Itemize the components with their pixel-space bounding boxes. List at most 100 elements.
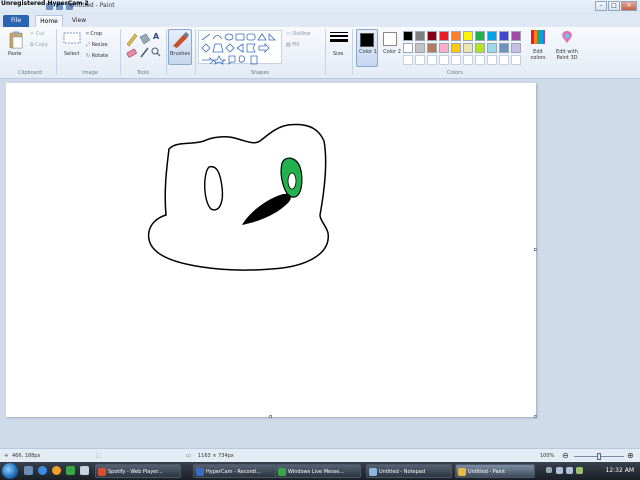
color-swatch[interactable] [511, 43, 521, 53]
color-swatch[interactable] [463, 31, 473, 41]
start-button[interactable] [2, 463, 18, 479]
outline-button[interactable]: ▭ Outline [286, 31, 310, 37]
select-icon [63, 32, 81, 44]
taskbar-item[interactable]: Windows Live Messe... [275, 464, 361, 478]
tray-arrow-icon[interactable] [546, 467, 552, 473]
zoom-slider-thumb[interactable] [597, 453, 601, 460]
network-icon[interactable] [556, 467, 563, 474]
paste-icon [9, 31, 23, 49]
media-player-icon[interactable] [52, 466, 61, 475]
color2-button[interactable] [380, 29, 402, 67]
brushes-button[interactable] [168, 29, 192, 65]
color-picker-icon[interactable] [140, 47, 149, 58]
color1-swatch [360, 33, 374, 47]
maximize-button[interactable]: □ [608, 1, 620, 11]
power-icon[interactable] [576, 467, 583, 474]
minimize-button[interactable]: – [595, 1, 607, 11]
color-swatch[interactable] [487, 31, 497, 41]
color-swatch[interactable] [415, 43, 425, 53]
size-label: Size [333, 51, 344, 57]
paint3d-icon [562, 31, 572, 43]
color-swatch[interactable] [415, 31, 425, 41]
black-beak-shape [242, 193, 291, 225]
size-button[interactable] [329, 30, 349, 66]
resize-handle-corner[interactable] [534, 415, 537, 418]
taskbar-item[interactable]: Untitled - Notepad [366, 464, 452, 478]
show-desktop-icon[interactable] [24, 466, 33, 475]
custom-color-slot[interactable] [439, 55, 449, 65]
pencil-icon[interactable] [126, 33, 138, 47]
app-icon [458, 468, 466, 476]
color1-button[interactable] [356, 29, 378, 67]
crop-button[interactable]: ⌗ Crop [86, 31, 102, 37]
volume-icon[interactable] [566, 467, 573, 474]
color-swatch[interactable] [475, 31, 485, 41]
fill-bucket-icon[interactable] [139, 33, 151, 45]
taskbar-item[interactable]: HyperCam - Recordi... [193, 464, 279, 478]
color-swatch[interactable] [439, 43, 449, 53]
shapes-gallery[interactable] [198, 30, 282, 65]
ribbon: Paste ✂ Cut ⧉ Copy Clipboard Select ⌗ Cr… [0, 27, 640, 79]
drawing-canvas[interactable] [6, 83, 537, 418]
line-size-icon [330, 32, 348, 42]
color-swatch[interactable] [403, 43, 413, 53]
color-swatch[interactable] [427, 31, 437, 41]
group-label-tools: Tools [136, 70, 150, 76]
color-swatch[interactable] [403, 31, 413, 41]
app-icon[interactable] [80, 466, 89, 475]
custom-color-slot[interactable] [415, 55, 425, 65]
color-swatch[interactable] [487, 43, 497, 53]
taskbar-item-label: Untitled - Paint [468, 469, 506, 475]
color-swatch[interactable] [439, 31, 449, 41]
copy-button[interactable]: ⧉ Copy [30, 42, 48, 48]
system-tray: 12:32 AM [544, 462, 640, 480]
color-swatch[interactable] [451, 43, 461, 53]
color-swatch[interactable] [499, 31, 509, 41]
color-swatch[interactable] [463, 43, 473, 53]
custom-color-slot[interactable] [451, 55, 461, 65]
group-label-colors: Colors [447, 70, 463, 76]
custom-color-slot[interactable] [499, 55, 509, 65]
custom-color-slot[interactable] [427, 55, 437, 65]
app-icon [369, 468, 377, 476]
edit-paint3d-label: Edit with Paint 3D [556, 49, 578, 61]
resize-handle-bottom[interactable] [269, 415, 272, 418]
magnifier-icon[interactable] [151, 47, 161, 57]
shapes-icon [201, 33, 276, 65]
text-tool-icon[interactable]: A [153, 32, 159, 41]
group-label-shapes: Shapes [250, 70, 270, 76]
custom-color-slot[interactable] [475, 55, 485, 65]
taskbar: Spotify - Web Player... HyperCam - Record… [0, 462, 640, 480]
group-divider [352, 29, 353, 75]
cut-button[interactable]: ✂ Cut [30, 31, 44, 37]
taskbar-item[interactable]: Spotify - Web Player... [95, 464, 181, 478]
taskbar-item-label: Windows Live Messe... [288, 469, 345, 475]
resize-handle-right[interactable] [534, 248, 537, 251]
eraser-icon[interactable] [126, 48, 137, 58]
zoom-in-button[interactable]: ⊕ [627, 451, 634, 460]
messenger-icon[interactable] [66, 466, 75, 475]
recording-watermark: Unregistered HyperCam 2 [1, 0, 89, 7]
resize-button[interactable]: ⤢ Resize [86, 42, 108, 48]
custom-color-slot[interactable] [511, 55, 521, 65]
color-swatch[interactable] [427, 43, 437, 53]
tab-home[interactable]: Home [35, 15, 63, 27]
ribbon-tabs: File Home View [0, 14, 640, 27]
custom-color-slot[interactable] [463, 55, 473, 65]
browser-icon[interactable] [38, 466, 47, 475]
color-swatch[interactable] [499, 43, 509, 53]
color-swatch[interactable] [451, 31, 461, 41]
custom-color-slot[interactable] [487, 55, 497, 65]
tab-file[interactable]: File [3, 15, 29, 27]
zoom-out-button[interactable]: ⊖ [562, 451, 569, 460]
color-swatch[interactable] [475, 43, 485, 53]
fill-button[interactable]: ▧ Fill [286, 42, 299, 48]
custom-color-slot[interactable] [403, 55, 413, 65]
color-swatch[interactable] [511, 31, 521, 41]
select-button[interactable] [62, 31, 82, 47]
zoom-slider[interactable] [574, 453, 624, 460]
taskbar-item[interactable]: Untitled - Paint [455, 464, 535, 478]
tab-view[interactable]: View [67, 15, 91, 27]
rotate-button[interactable]: ↻ Rotate [86, 53, 108, 59]
close-button[interactable]: ✕ [621, 1, 637, 11]
